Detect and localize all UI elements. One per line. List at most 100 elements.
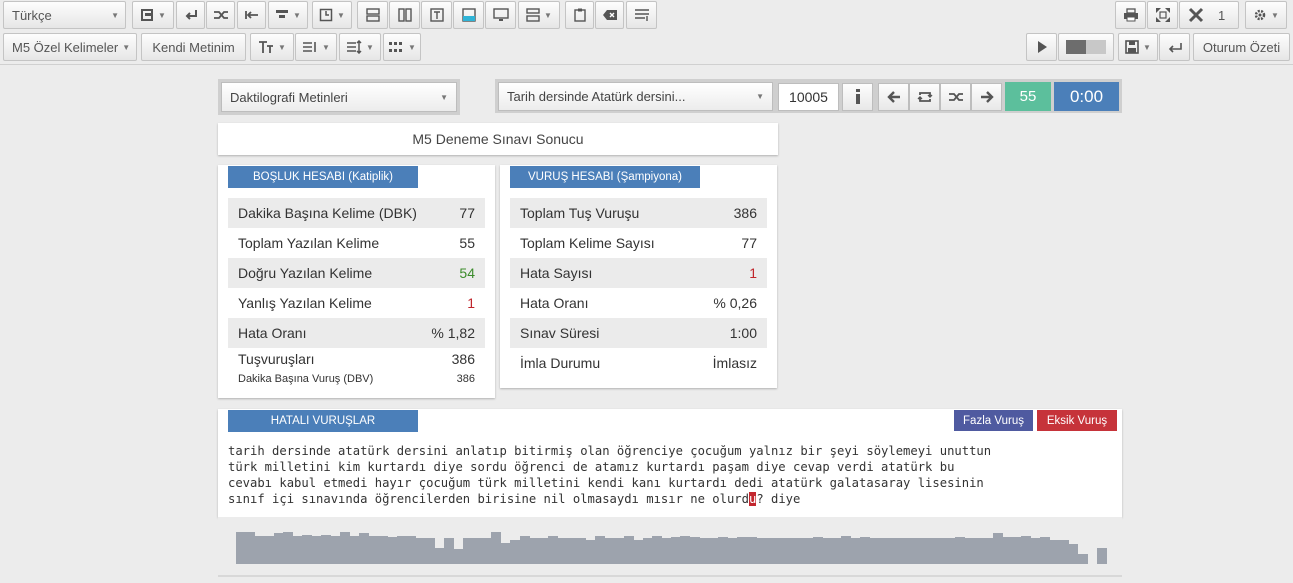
category-select[interactable]: Daktilografi Metinleri ▼ [221, 82, 457, 112]
keystrokes-row: Tuşvuruşları 386 [228, 348, 485, 370]
tab-key-button[interactable] [237, 1, 266, 29]
stat-label: Hata Oranı [520, 295, 589, 311]
enter-key-button[interactable] [176, 1, 205, 29]
stat-label: Hata Oranı [238, 325, 307, 341]
highlight-button[interactable] [453, 1, 484, 29]
list-spacing-dropdown[interactable]: ▼ [295, 33, 337, 61]
arrow-left-icon [886, 91, 901, 103]
stat-label: Doğru Yazılan Kelime [238, 265, 373, 281]
shuffle-button[interactable] [206, 1, 235, 29]
clipboard-icon [573, 8, 587, 22]
text-id-input[interactable]: 10005 [778, 83, 839, 111]
text-select[interactable]: Tarih dersinde Atatürk dersini... ▼ [498, 82, 773, 111]
extra-stroke-button[interactable]: Fazla Vuruş [954, 410, 1033, 431]
layout-rows-button[interactable] [357, 1, 388, 29]
save-dropdown-button[interactable]: ▼ [1118, 33, 1158, 61]
stat-row: Sınav Süresi 1:00 [510, 318, 767, 348]
rows-layout-icon [365, 8, 380, 22]
text-lines-button[interactable] [626, 1, 657, 29]
expand-icon [1155, 7, 1171, 23]
own-text-button[interactable]: Kendi Metinim [141, 33, 246, 61]
paste-button[interactable] [565, 1, 594, 29]
text-format-button[interactable] [421, 1, 452, 29]
stat-value: 386 [456, 373, 475, 385]
timer-dropdown-button[interactable]: ▼ [312, 1, 352, 29]
dbv-row: Dakika Başına Vuruş (DBV) 386 [228, 370, 485, 388]
repeat-icon [917, 90, 933, 104]
custom-words-select[interactable]: M5 Özel Kelimeler ▼ [3, 33, 137, 61]
chevron-down-icon: ▼ [440, 92, 448, 102]
tab-left-icon [244, 9, 260, 21]
stat-label: Dakika Başına Kelime (DBK) [238, 205, 417, 221]
undo-button[interactable] [1159, 33, 1190, 61]
stat-value: % 0,26 [713, 295, 757, 311]
arrow-right-icon [980, 91, 994, 103]
chevron-down-icon: ▼ [158, 10, 166, 20]
info-button[interactable] [842, 83, 873, 111]
typed-text-line: cevabı kabul etmedi hayır çocuğum türk m… [228, 476, 984, 490]
stat-row: Hata Oranı % 0,26 [510, 288, 767, 318]
stat-row: İmla Durumu İmlasız [510, 348, 767, 378]
timer-value: 0:00 [1069, 86, 1104, 106]
print-button[interactable] [1115, 1, 1146, 29]
stat-label: Toplam Tuş Vuruşu [520, 205, 640, 221]
align-dropdown-button[interactable]: ▼ [268, 1, 308, 29]
stat-label: Toplam Kelime Sayısı [520, 235, 655, 251]
result-title: M5 Deneme Sınavı Sonucu [412, 131, 584, 147]
stat-row: Toplam Tuş Vuruşu 386 [510, 198, 767, 228]
text-after-error: ? diye [756, 492, 801, 506]
close-count: 1 [1218, 7, 1226, 23]
play-icon [1036, 40, 1048, 54]
list-layout-icon [526, 8, 540, 22]
next-button[interactable] [971, 83, 1002, 111]
errors-panel: HATALI VURUŞLAR Fazla Vuruş Eksik Vuruş … [218, 409, 1122, 517]
timer-display: 0:00 [1054, 82, 1119, 111]
typed-text: tarih dersinde atatürk dersini anlatıp b… [228, 443, 1113, 507]
backspace-button[interactable] [595, 1, 624, 29]
stat-value: 386 [451, 351, 475, 367]
settings-dropdown-button[interactable]: ▼ [1245, 1, 1287, 29]
font-size-dropdown[interactable]: ▼ [250, 33, 294, 61]
close-button[interactable]: 1 [1179, 1, 1239, 29]
chevron-down-icon: ▼ [544, 10, 552, 20]
session-summary-label: Oturum Özeti [1202, 39, 1281, 55]
stat-label: Dakika Başına Vuruş (DBV) [238, 373, 374, 385]
stat-label: Sınav Süresi [520, 325, 600, 341]
fullscreen-monitor-button[interactable] [485, 1, 516, 29]
progress-toggle[interactable] [1058, 33, 1114, 61]
expand-button[interactable] [1147, 1, 1178, 29]
own-text-label: Kendi Metinim [152, 39, 235, 55]
layout-columns-button[interactable] [389, 1, 420, 29]
play-button[interactable] [1026, 33, 1057, 61]
toolbar-row-2: M5 Özel Kelimeler ▼ Kendi Metinim ▼ ▼ ▼ ▼… [0, 32, 1293, 65]
printer-icon [1123, 8, 1139, 22]
stat-row: Hata Oranı % 1,82 [228, 318, 485, 348]
spacing-dropdown[interactable]: ▼ [383, 33, 421, 61]
text-before-error: sınıf içi sınavında öğrencilerden birisi… [228, 492, 749, 506]
spacing-panel: BOŞLUK HESABI (Katiplik) Dakika Başına K… [218, 165, 495, 398]
font-dropdown-button[interactable]: ▼ [132, 1, 174, 29]
chevron-down-icon: ▼ [756, 92, 764, 101]
previous-button[interactable] [878, 83, 909, 111]
text-box-icon [429, 8, 444, 22]
stat-value: İmlasız [712, 355, 757, 371]
info-icon [854, 89, 862, 105]
stat-label: Tuşvuruşları [238, 351, 315, 367]
missing-stroke-button[interactable]: Eksik Vuruş [1037, 410, 1117, 431]
stat-row: Dakika Başına Kelime (DBK) 77 [228, 198, 485, 228]
undo-icon [1167, 41, 1183, 53]
language-select[interactable]: Türkçe ▼ [3, 1, 126, 29]
stat-value: 54 [459, 265, 475, 281]
random-button[interactable] [940, 83, 971, 111]
stat-row: Yanlış Yazılan Kelime 1 [228, 288, 485, 318]
list-dropdown-button[interactable]: ▼ [518, 1, 560, 29]
stat-row: Toplam Yazılan Kelime 55 [228, 228, 485, 258]
save-icon [1125, 40, 1139, 54]
columns-layout-icon [397, 8, 412, 22]
speed-chart [218, 517, 1122, 577]
line-height-dropdown[interactable]: ▼ [339, 33, 381, 61]
session-summary-button[interactable]: Oturum Özeti [1193, 33, 1290, 61]
stat-value: 386 [733, 205, 757, 221]
repeat-button[interactable] [909, 83, 940, 111]
text-lines-icon [634, 8, 650, 22]
